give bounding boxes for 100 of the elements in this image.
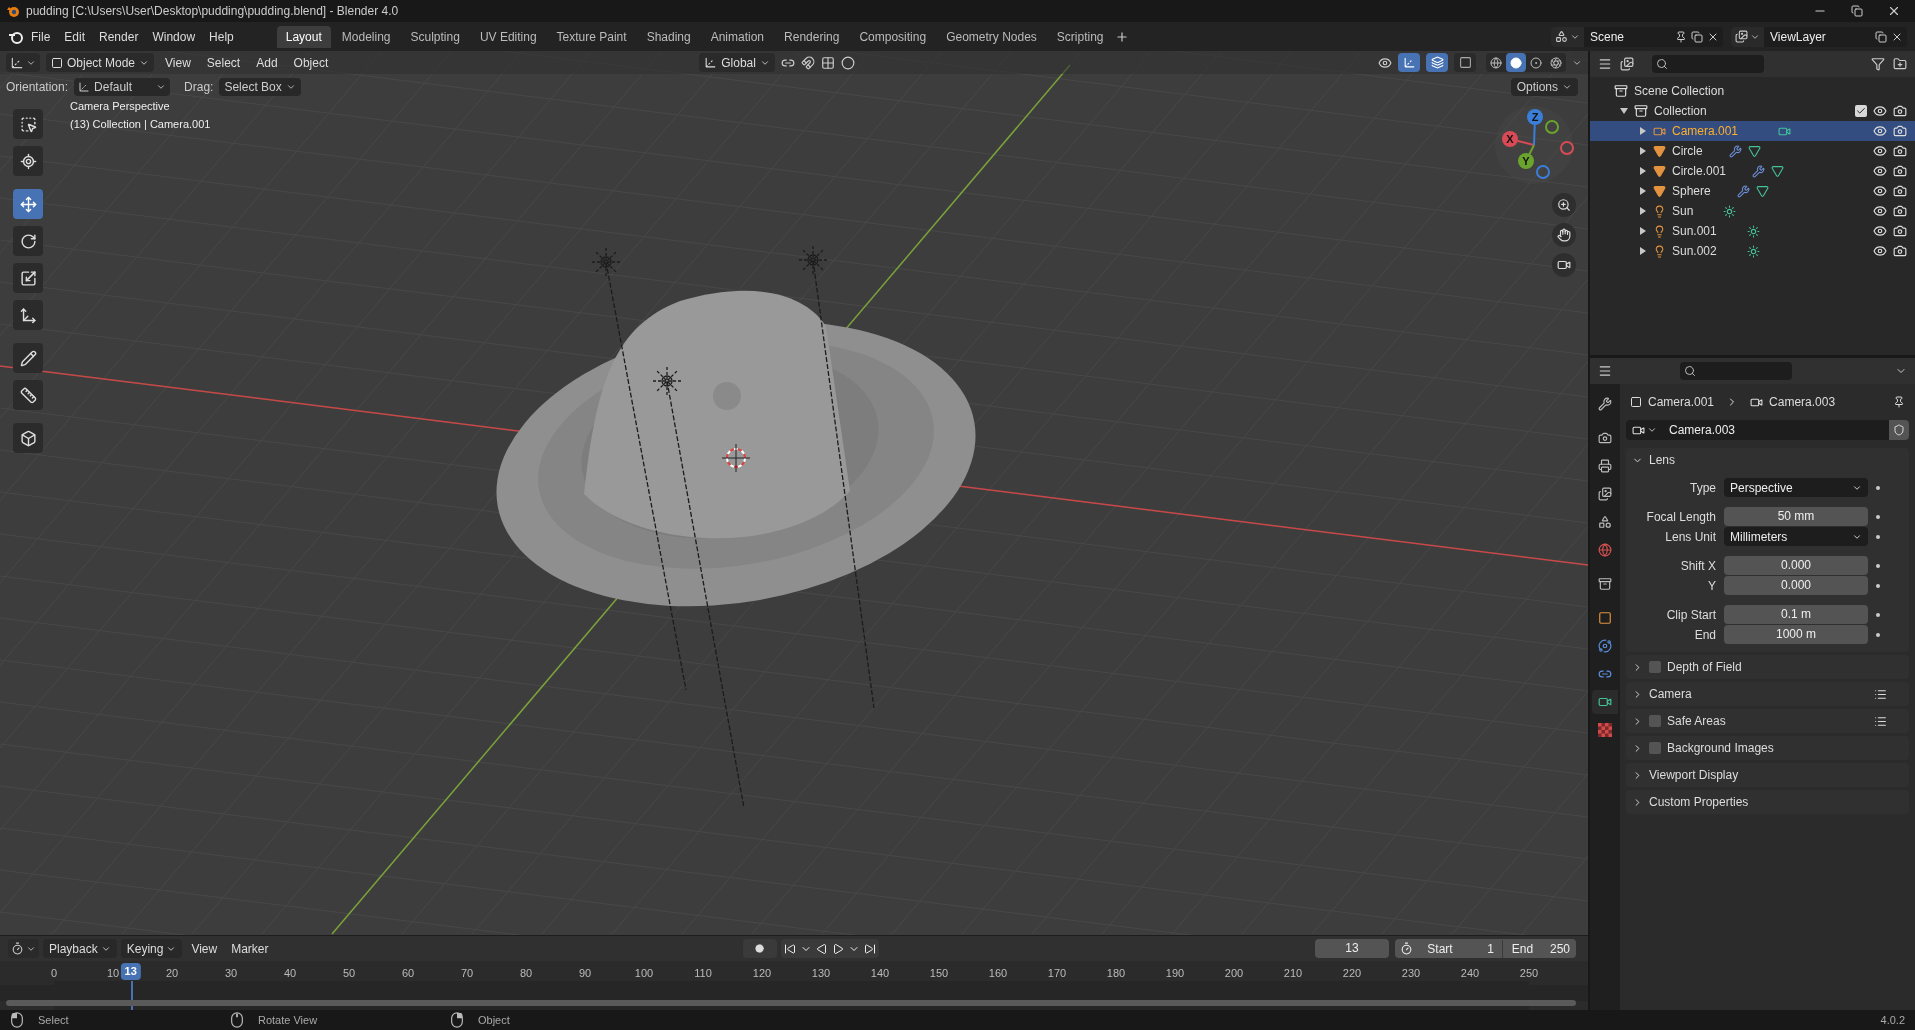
dropdown[interactable]: Perspective bbox=[1724, 478, 1868, 497]
disclosure-triangle-icon[interactable] bbox=[1639, 207, 1647, 215]
panel-header[interactable]: Depth of Field bbox=[1626, 655, 1909, 679]
move-tool-button[interactable] bbox=[13, 189, 43, 219]
workspace-tab[interactable]: UV Editing bbox=[470, 25, 546, 48]
add-cube-tool-button[interactable] bbox=[13, 423, 43, 453]
camera-data-tab[interactable] bbox=[1592, 690, 1618, 714]
workspace-tab[interactable]: Rendering bbox=[775, 25, 849, 48]
close-icon[interactable] bbox=[1887, 4, 1901, 18]
outliner-row[interactable]: Sphere bbox=[1590, 181, 1915, 201]
menu-item[interactable]: Render bbox=[92, 27, 146, 46]
fake-user-button[interactable] bbox=[1889, 420, 1909, 440]
panel-header[interactable]: Camera bbox=[1626, 682, 1909, 706]
playhead-frame-marker[interactable]: 13 bbox=[120, 963, 141, 980]
panel-header[interactable]: Custom Properties bbox=[1626, 790, 1909, 814]
breadcrumb-item[interactable]: Camera.001 bbox=[1648, 393, 1715, 411]
render-camera-icon[interactable] bbox=[1893, 124, 1907, 138]
workspace-tab[interactable]: Geometry Nodes bbox=[937, 25, 1046, 48]
menu-item[interactable]: File bbox=[24, 27, 58, 46]
disclosure-triangle-icon[interactable] bbox=[1639, 187, 1647, 195]
proportional-edit-icon[interactable] bbox=[840, 55, 855, 70]
scale-tool-button[interactable] bbox=[13, 263, 43, 293]
menu-item[interactable]: Marker bbox=[226, 939, 274, 958]
xray-toggle-button[interactable] bbox=[1454, 53, 1476, 72]
add-workspace-icon[interactable] bbox=[1114, 29, 1129, 44]
play-icon[interactable] bbox=[831, 942, 844, 955]
checkbox[interactable] bbox=[1855, 105, 1867, 117]
record-button[interactable] bbox=[742, 939, 777, 958]
disclosure-triangle-icon[interactable] bbox=[1620, 107, 1628, 115]
outliner-row[interactable]: Circle.001 bbox=[1590, 161, 1915, 181]
new-scene-icon[interactable] bbox=[1691, 30, 1703, 43]
outliner-row[interactable]: Sun bbox=[1590, 201, 1915, 221]
pin-icon[interactable] bbox=[1675, 30, 1687, 43]
number-field[interactable]: 50 mm bbox=[1724, 507, 1868, 526]
stopwatch-icon[interactable] bbox=[1400, 942, 1413, 955]
dropdown[interactable]: Millimeters bbox=[1724, 527, 1868, 546]
disclosure-triangle-icon[interactable] bbox=[1639, 147, 1647, 155]
restore-icon[interactable] bbox=[1851, 5, 1863, 17]
rotate-tool-button[interactable] bbox=[13, 226, 43, 256]
annotate-tool-button[interactable] bbox=[13, 343, 43, 373]
eye-icon[interactable] bbox=[1873, 164, 1887, 178]
play-reverse-icon[interactable] bbox=[815, 942, 828, 955]
eye-icon[interactable] bbox=[1873, 124, 1887, 138]
disclosure-triangle-icon[interactable] bbox=[1639, 127, 1647, 135]
render-camera-icon[interactable] bbox=[1893, 224, 1907, 238]
scene-icon[interactable] bbox=[1555, 30, 1568, 43]
editor-type-button[interactable] bbox=[8, 939, 39, 958]
render-camera-icon[interactable] bbox=[1893, 184, 1907, 198]
menu-item[interactable]: View bbox=[186, 939, 223, 958]
solid-shading-button[interactable] bbox=[1506, 53, 1526, 72]
menu-item[interactable]: Window bbox=[145, 27, 203, 46]
number-field[interactable]: 0.000 bbox=[1724, 576, 1868, 595]
snap-icon[interactable] bbox=[800, 55, 815, 70]
workspace-tab[interactable]: Layout bbox=[276, 25, 331, 48]
render-camera-icon[interactable] bbox=[1893, 164, 1907, 178]
workspace-tab[interactable]: Texture Paint bbox=[547, 25, 636, 48]
panel-header[interactable]: Background Images bbox=[1626, 736, 1909, 760]
editor-type-icon[interactable] bbox=[1598, 364, 1612, 378]
pin-icon[interactable] bbox=[1893, 396, 1905, 408]
search-field[interactable] bbox=[1652, 55, 1764, 73]
eye-icon[interactable] bbox=[1873, 144, 1887, 158]
scrollbar[interactable] bbox=[6, 1000, 1576, 1006]
visibility-icon[interactable] bbox=[1378, 55, 1392, 70]
eye-icon[interactable] bbox=[1873, 244, 1887, 258]
app-logo-icon[interactable] bbox=[8, 29, 24, 44]
disclosure-triangle-icon[interactable] bbox=[1639, 167, 1647, 175]
view-layer-icon[interactable] bbox=[1735, 30, 1748, 43]
display-mode-icon[interactable] bbox=[1598, 57, 1612, 71]
workspace-tab[interactable]: Compositing bbox=[850, 25, 936, 48]
eye-icon[interactable] bbox=[1873, 104, 1887, 118]
outliner-item[interactable]: Scene Collection bbox=[1634, 82, 1725, 100]
outliner-item[interactable]: Collection bbox=[1654, 102, 1707, 120]
search-field[interactable] bbox=[1680, 362, 1792, 380]
jump-end-icon[interactable] bbox=[863, 942, 876, 955]
mode-dropdown[interactable]: Object Mode bbox=[46, 53, 155, 72]
eye-icon[interactable] bbox=[1873, 184, 1887, 198]
presets-icon[interactable] bbox=[1874, 687, 1887, 701]
current-frame-field[interactable]: 13 bbox=[1315, 939, 1389, 958]
breadcrumb-item[interactable]: Camera.003 bbox=[1769, 393, 1836, 411]
disclosure-triangle-icon[interactable] bbox=[1639, 247, 1647, 255]
editor-type-button[interactable] bbox=[6, 53, 40, 72]
filter-view-icon[interactable] bbox=[1620, 57, 1634, 71]
menu-item[interactable]: Select bbox=[201, 53, 246, 72]
workspace-tab[interactable]: Sculpting bbox=[401, 25, 469, 48]
jump-start-icon[interactable] bbox=[783, 942, 796, 955]
render-camera-icon[interactable] bbox=[1893, 104, 1907, 118]
start-frame-value[interactable]: 1 bbox=[1462, 939, 1502, 958]
gizmo-toggle-button[interactable] bbox=[1398, 53, 1420, 72]
checkbox[interactable] bbox=[1649, 742, 1661, 754]
render-camera-icon[interactable] bbox=[1893, 144, 1907, 158]
checkbox[interactable] bbox=[1649, 661, 1661, 673]
workspace-tab[interactable]: Shading bbox=[637, 25, 700, 48]
outliner-row[interactable]: Sun.001 bbox=[1590, 221, 1915, 241]
new-collection-icon[interactable] bbox=[1893, 57, 1907, 71]
menu-item[interactable]: View bbox=[160, 53, 196, 72]
workspace-tab[interactable]: Modeling bbox=[332, 25, 400, 48]
filter-icon[interactable] bbox=[1871, 57, 1885, 71]
menu-item[interactable]: Help bbox=[202, 27, 241, 46]
orientation-dropdown[interactable]: Global bbox=[699, 53, 775, 72]
navigation-gizmo[interactable]: X Y Z bbox=[1494, 105, 1574, 185]
